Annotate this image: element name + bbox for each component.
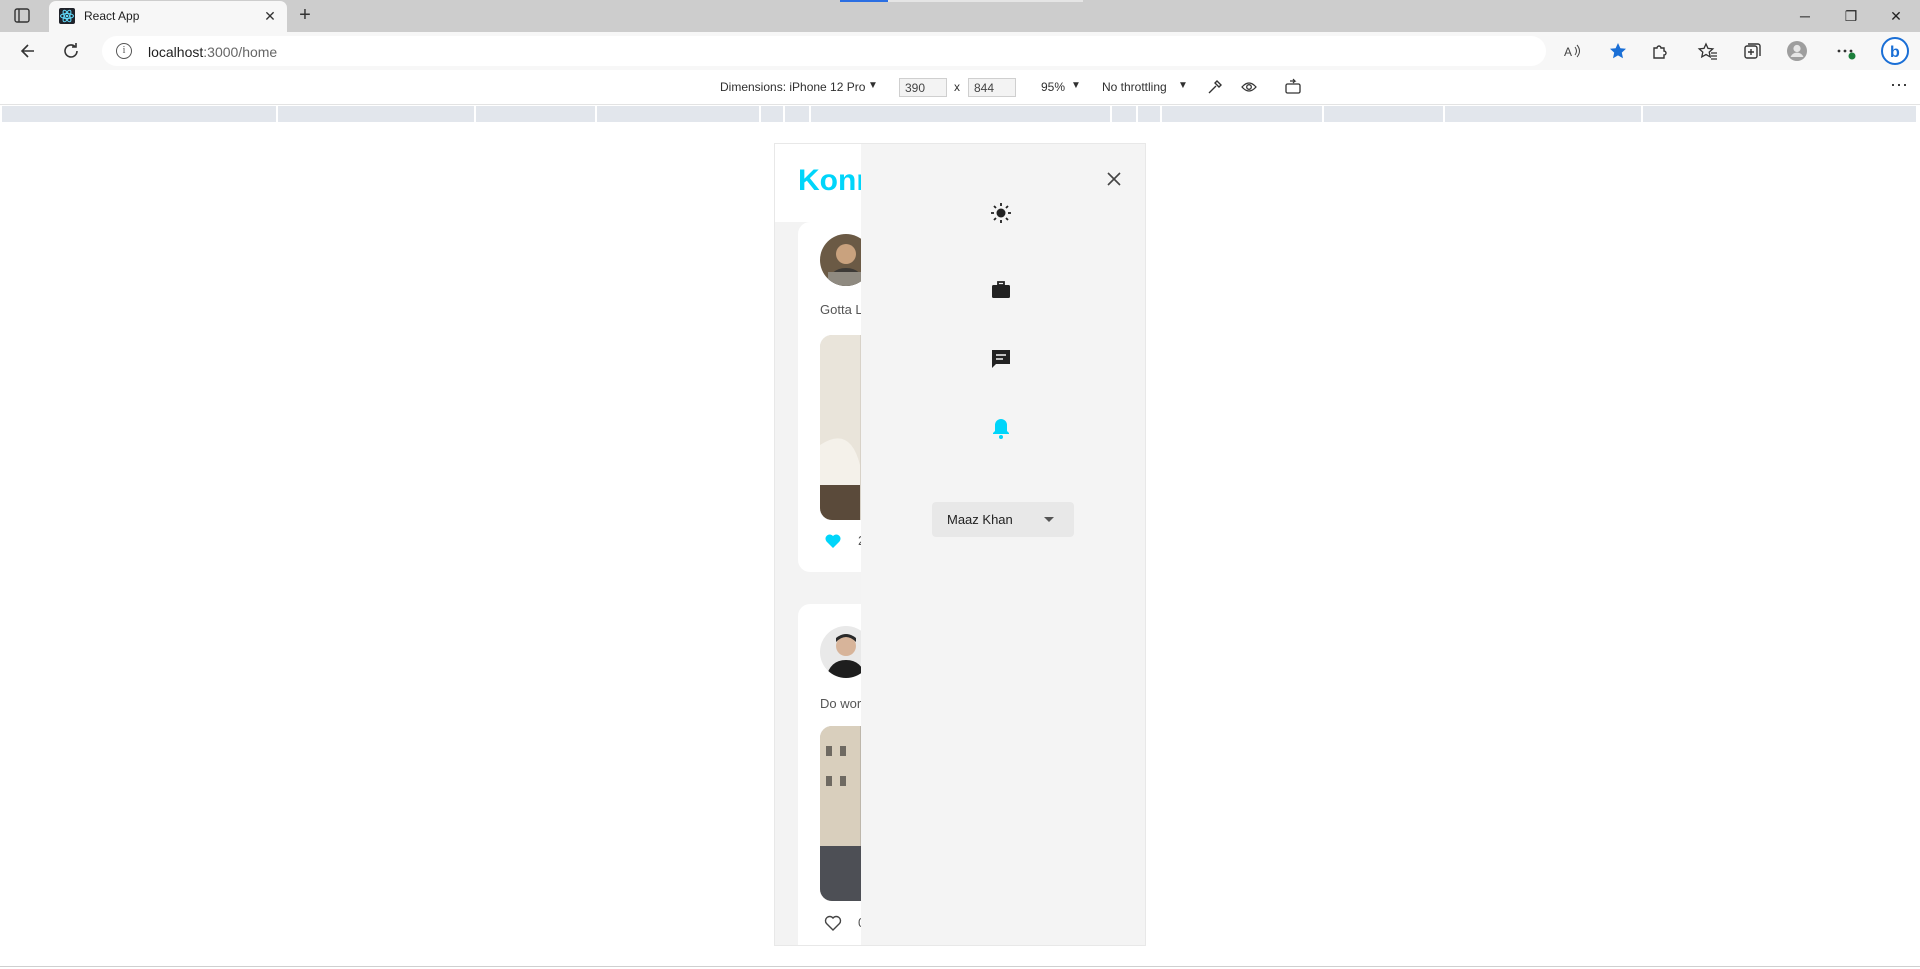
user-name: Maaz Khan (947, 512, 1013, 527)
briefcase-icon[interactable] (989, 278, 1013, 302)
tab-title: React App (84, 9, 140, 23)
heart-icon[interactable] (824, 532, 842, 550)
rotate-icon[interactable] (1284, 78, 1302, 99)
tab-actions-icon[interactable] (10, 6, 34, 26)
window-bottom-border (0, 966, 1920, 967)
svg-text:b: b (1890, 44, 1900, 61)
dimension-separator: x (954, 80, 960, 94)
back-icon[interactable] (17, 40, 39, 62)
minimize-button[interactable]: ─ (1795, 6, 1815, 26)
mobile-menu: Maaz Khan (861, 144, 1145, 945)
device-dimensions-select[interactable]: Dimensions: iPhone 12 Pro (720, 80, 865, 94)
profile-icon[interactable] (1786, 40, 1808, 62)
eyedropper-icon[interactable] (1206, 78, 1224, 99)
device-toolbar-more-icon[interactable]: ⋯ (1890, 75, 1908, 96)
more-icon[interactable] (1834, 40, 1856, 62)
new-tab-button[interactable]: + (294, 5, 316, 27)
tab-strip: React App ✕ + ─ ❐ ✕ (0, 0, 1920, 32)
device-toolbar: Dimensions: iPhone 12 Pro ▼ 390 x 844 95… (0, 70, 1920, 105)
extensions-icon[interactable] (1649, 40, 1671, 62)
throttling-select[interactable]: No throttling (1102, 80, 1167, 94)
tab-react-app[interactable]: React App ✕ (49, 1, 287, 32)
message-icon[interactable] (989, 347, 1013, 371)
device-height-input[interactable]: 844 (968, 78, 1016, 97)
zoom-caret-icon[interactable]: ▼ (1071, 80, 1081, 91)
close-icon[interactable] (1101, 166, 1127, 192)
user-select[interactable]: Maaz Khan (932, 502, 1074, 537)
tab-strip-indicator (840, 0, 888, 2)
restore-button[interactable]: ❐ (1841, 6, 1861, 26)
window-close-button[interactable]: ✕ (1886, 6, 1906, 26)
sun-icon[interactable] (989, 201, 1013, 225)
address-bar[interactable]: i localhost:3000/home A (102, 36, 1626, 66)
url-path: :3000/home (203, 44, 278, 60)
tab-close-icon[interactable]: ✕ (261, 7, 279, 25)
collections-icon[interactable] (1741, 40, 1763, 62)
react-favicon (59, 8, 75, 24)
star-icon[interactable] (1608, 41, 1628, 61)
bing-icon[interactable]: b (1881, 37, 1909, 65)
refresh-icon[interactable] (60, 40, 82, 62)
heart-outline-icon[interactable] (824, 914, 842, 932)
device-width-input[interactable]: 390 (899, 78, 947, 97)
svg-text:A: A (1564, 45, 1572, 59)
device-viewport: Konnect Gotta Love this place 2 Do work … (774, 143, 1146, 946)
zoom-select[interactable]: 95% (1041, 80, 1065, 94)
browser-toolbar: i localhost:3000/home A b (0, 32, 1920, 70)
favorites-icon[interactable] (1697, 40, 1719, 62)
chevron-down-icon (1044, 517, 1054, 522)
url-host: localhost (148, 44, 204, 60)
tab-strip-indicator-track (888, 0, 1083, 2)
url-text[interactable]: localhost:3000/home (148, 44, 277, 60)
device-select-caret-icon[interactable]: ▼ (868, 80, 878, 91)
read-aloud-icon[interactable]: A (1562, 41, 1582, 61)
throttling-caret-icon[interactable]: ▼ (1178, 80, 1188, 91)
bell-icon[interactable] (989, 416, 1013, 440)
info-icon[interactable]: i (116, 43, 132, 59)
eye-icon[interactable] (1240, 78, 1258, 99)
media-query-ruler[interactable] (2, 106, 1918, 122)
